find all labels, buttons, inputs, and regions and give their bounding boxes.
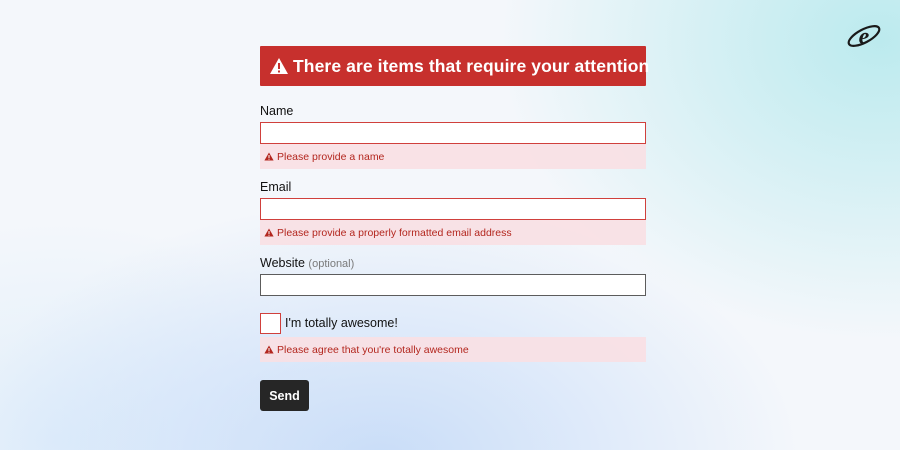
email-error-message: Please provide a properly formatted emai… (260, 220, 646, 245)
name-error-text: Please provide a name (277, 150, 385, 163)
alert-message: There are items that require your attent… (293, 55, 650, 76)
error-alert-banner: There are items that require your attent… (260, 46, 650, 86)
send-button[interactable]: Send (260, 380, 309, 411)
awesome-checkbox-row: I'm totally awesome! (260, 312, 646, 334)
awesome-checkbox[interactable] (260, 312, 281, 334)
warning-triangle-icon (264, 345, 274, 354)
website-label: Website (optional) (260, 256, 646, 271)
svg-text:e: e (859, 24, 870, 50)
email-label: Email (260, 180, 292, 194)
email-input[interactable] (260, 198, 646, 220)
awesome-error-message: Please agree that you're totally awesome (260, 337, 646, 362)
e-logo-icon: e (847, 24, 881, 50)
email-error-text: Please provide a properly formatted emai… (277, 226, 512, 239)
warning-triangle-icon (264, 152, 274, 161)
signup-form: There are items that require your attent… (260, 46, 650, 411)
name-input[interactable] (260, 122, 646, 144)
website-label-text: Website (260, 256, 305, 270)
website-input[interactable] (260, 274, 646, 296)
warning-triangle-icon (270, 58, 288, 74)
name-label: Name (260, 104, 294, 118)
optional-hint: (optional) (308, 258, 355, 270)
warning-triangle-icon (264, 228, 274, 237)
awesome-checkbox-label[interactable]: I'm totally awesome! (285, 316, 398, 330)
name-error-message: Please provide a name (260, 144, 646, 169)
awesome-error-text: Please agree that you're totally awesome (277, 343, 469, 356)
